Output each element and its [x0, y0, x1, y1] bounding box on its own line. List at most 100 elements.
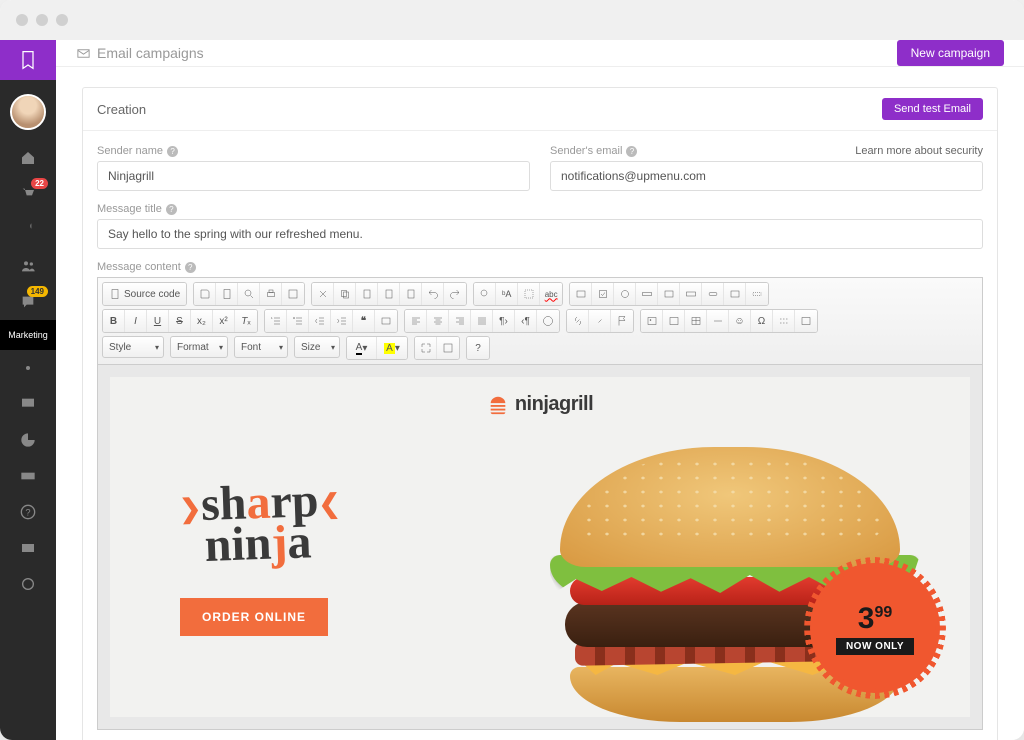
sidebar-item-cart[interactable]: 22 [0, 176, 56, 212]
sidebar-item-settings[interactable] [0, 350, 56, 386]
language-button[interactable] [537, 310, 559, 332]
indent-button[interactable] [331, 310, 353, 332]
text-color-button[interactable]: A ▾ [347, 337, 377, 359]
anchor-button[interactable] [611, 310, 633, 332]
sidebar-logo[interactable] [0, 40, 56, 80]
paste-icon [361, 288, 373, 300]
image-button[interactable] [641, 310, 663, 332]
superscript-button[interactable]: x² [213, 310, 235, 332]
help-icon[interactable]: ? [166, 204, 177, 215]
blockquote-button[interactable]: ❝ [353, 310, 375, 332]
send-test-button[interactable]: Send test Email [882, 98, 983, 120]
radio-button[interactable] [614, 283, 636, 305]
help-icon[interactable]: ? [167, 146, 178, 157]
print-button[interactable] [260, 283, 282, 305]
ol-button[interactable]: 1 [265, 310, 287, 332]
sender-email-input[interactable] [550, 161, 983, 191]
template-button[interactable] [282, 283, 304, 305]
help-icon[interactable]: ? [185, 262, 196, 273]
format-select[interactable]: Format [170, 336, 228, 358]
save-button[interactable] [194, 283, 216, 305]
align-center-button[interactable] [427, 310, 449, 332]
select-button[interactable] [680, 283, 702, 305]
message-title-input[interactable] [97, 219, 983, 249]
sidebar-item-home[interactable] [0, 140, 56, 176]
paste-word-button[interactable] [400, 283, 422, 305]
maximize-button[interactable] [415, 337, 437, 359]
traffic-light-close[interactable] [16, 14, 28, 26]
checkbox-button[interactable] [592, 283, 614, 305]
sidebar-item-menu[interactable] [0, 212, 56, 248]
source-code-button[interactable]: Source code [103, 283, 186, 305]
div-button[interactable] [375, 310, 397, 332]
preview-button[interactable] [238, 283, 260, 305]
copy-button[interactable] [334, 283, 356, 305]
align-right-button[interactable] [449, 310, 471, 332]
clear-format-button[interactable]: Tₓ [235, 310, 257, 332]
spellcheck-button[interactable]: abc [540, 283, 562, 305]
sidebar-item-inbox[interactable] [0, 530, 56, 566]
sidebar-item-billing[interactable] [0, 458, 56, 494]
size-select[interactable]: Size [294, 336, 340, 358]
new-doc-button[interactable] [216, 283, 238, 305]
textfield-button[interactable] [636, 283, 658, 305]
sender-name-label: Sender name ? [97, 145, 530, 157]
sidebar-item-other[interactable] [0, 566, 56, 602]
sidebar-item-help[interactable]: ? [0, 494, 56, 530]
unlink-button[interactable] [589, 310, 611, 332]
email-preview: ninjagrill ❯sharp❮ ninja [110, 377, 970, 717]
pagebreak-button[interactable] [773, 310, 795, 332]
style-select[interactable]: Style [102, 336, 164, 358]
undo-button[interactable] [422, 283, 444, 305]
editor-canvas[interactable]: ninjagrill ❯sharp❮ ninja [97, 365, 983, 730]
justify-button[interactable] [471, 310, 493, 332]
button-button[interactable] [702, 283, 724, 305]
table-button[interactable] [685, 310, 707, 332]
selectall-button[interactable] [518, 283, 540, 305]
sidebar-item-users[interactable] [0, 248, 56, 284]
bg-color-button[interactable]: A ▾ [377, 337, 407, 359]
hidden-button[interactable] [746, 283, 768, 305]
help-icon[interactable]: ? [626, 146, 637, 157]
sidebar-item-reports[interactable] [0, 422, 56, 458]
security-link[interactable]: Learn more about security [855, 145, 983, 157]
order-online-button[interactable]: ORDER ONLINE [180, 598, 328, 636]
monitor-icon [20, 396, 36, 412]
subscript-button[interactable]: x₂ [191, 310, 213, 332]
textarea-button[interactable] [658, 283, 680, 305]
align-left-button[interactable] [405, 310, 427, 332]
italic-button[interactable]: I [125, 310, 147, 332]
hr-button[interactable] [707, 310, 729, 332]
redo-button[interactable] [444, 283, 466, 305]
underline-button[interactable]: U [147, 310, 169, 332]
link-button[interactable] [567, 310, 589, 332]
strike-button[interactable]: S [169, 310, 191, 332]
ul-button[interactable] [287, 310, 309, 332]
paste-text-button[interactable] [378, 283, 400, 305]
ltr-button[interactable]: ¶› [493, 310, 515, 332]
flash-button[interactable] [663, 310, 685, 332]
special-char-button[interactable]: Ω [751, 310, 773, 332]
find-button[interactable] [474, 283, 496, 305]
image-button-button[interactable] [724, 283, 746, 305]
traffic-light-max[interactable] [56, 14, 68, 26]
sidebar-item-chat[interactable]: 149 [0, 284, 56, 320]
sidebar-item-display[interactable] [0, 386, 56, 422]
avatar[interactable] [10, 94, 46, 130]
new-campaign-button[interactable]: New campaign [897, 40, 1004, 66]
outdent-button[interactable] [309, 310, 331, 332]
paste-button[interactable] [356, 283, 378, 305]
bold-button[interactable]: B [103, 310, 125, 332]
rtl-button[interactable]: ‹¶ [515, 310, 537, 332]
smiley-button[interactable]: ☺ [729, 310, 751, 332]
about-button[interactable]: ? [467, 337, 489, 359]
cut-button[interactable] [312, 283, 334, 305]
font-select[interactable]: Font [234, 336, 288, 358]
replace-button[interactable]: ᵇA [496, 283, 518, 305]
form-button[interactable] [570, 283, 592, 305]
sender-name-input[interactable] [97, 161, 530, 191]
sidebar-item-marketing[interactable]: Marketing [0, 320, 56, 350]
blocks-button[interactable] [437, 337, 459, 359]
traffic-light-min[interactable] [36, 14, 48, 26]
iframe-button[interactable] [795, 310, 817, 332]
